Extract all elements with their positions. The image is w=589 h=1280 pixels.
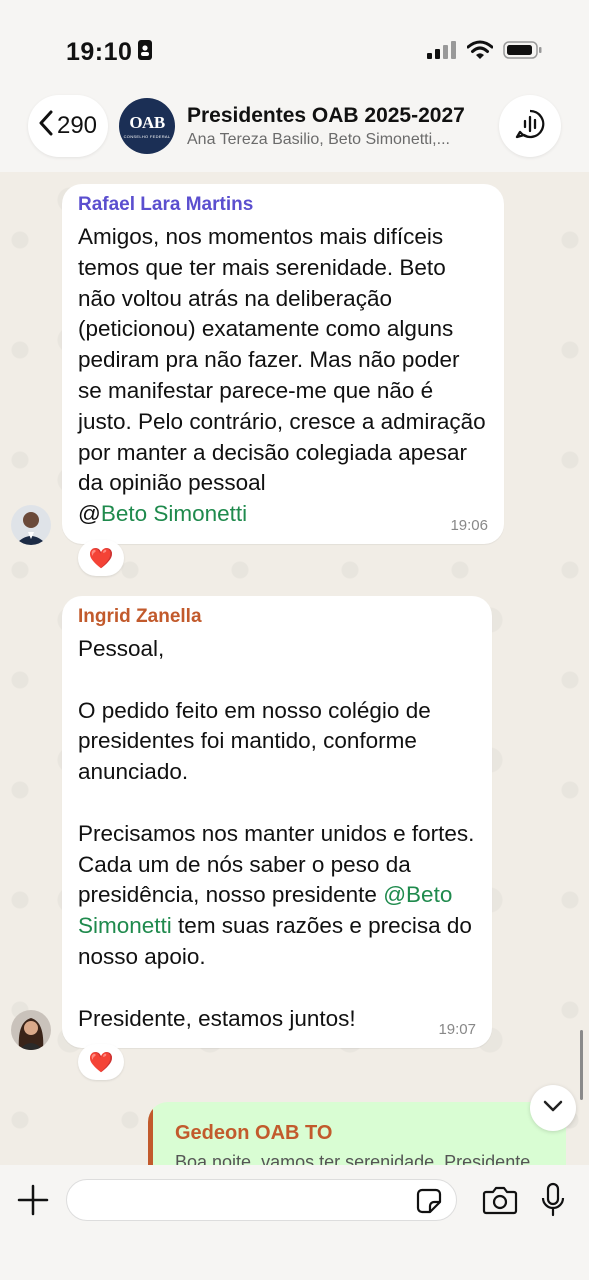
mention-name: Beto Simonetti	[100, 501, 248, 527]
attach-button[interactable]	[16, 1183, 50, 1217]
quoted-sender: Gedeon OAB TO	[175, 1122, 333, 1144]
status-time: 19:10	[66, 38, 153, 67]
message-sender[interactable]: Ingrid Zanella	[78, 606, 476, 628]
group-avatar[interactable]: OAB CONSELHO FEDERAL	[119, 98, 175, 154]
id-card-icon	[138, 38, 153, 67]
group-title[interactable]: Presidentes OAB 2025-2027	[187, 104, 487, 128]
camera-icon	[482, 1186, 518, 1219]
message-body: Pessoal, O pedido feito em nosso colégio…	[78, 636, 475, 908]
cellular-signal-icon	[427, 40, 457, 65]
plus-icon	[16, 1184, 50, 1221]
message-text: Pessoal, O pedido feito em nosso colégio…	[78, 634, 476, 1034]
message-sender[interactable]: Rafael Lara Martins	[78, 194, 488, 216]
camera-button[interactable]	[482, 1185, 518, 1215]
sender-avatar[interactable]	[11, 505, 51, 545]
reaction-badge[interactable]: ❤️	[78, 540, 124, 576]
message-body: Amigos, nos momentos mais difíceis temos…	[78, 224, 492, 496]
wifi-icon	[466, 40, 494, 65]
microphone-button[interactable]	[541, 1182, 565, 1218]
avatar-logo-subtext: CONSELHO FEDERAL	[123, 134, 171, 139]
sender-avatar[interactable]	[11, 1010, 51, 1050]
battery-icon	[503, 40, 543, 65]
status-icons	[427, 40, 543, 65]
message-bubble[interactable]: Ingrid Zanella Pessoal, O pedido feito e…	[62, 596, 492, 1048]
clock-text: 19:10	[66, 38, 133, 66]
microphone-icon	[541, 1182, 565, 1222]
composer-bar	[0, 1165, 589, 1280]
avatar-logo-text: OAB	[129, 113, 165, 132]
sticker-icon	[416, 1188, 442, 1218]
voice-chat-button[interactable]	[499, 95, 561, 157]
scroll-down-button[interactable]	[530, 1085, 576, 1131]
message-time: 19:07	[438, 1021, 476, 1038]
scrollbar[interactable]	[580, 1030, 583, 1100]
mention-link[interactable]: @Beto Simonetti	[78, 501, 247, 526]
sticker-button[interactable]	[416, 1188, 442, 1214]
chat-header: 290 OAB CONSELHO FEDERAL Presidentes OAB…	[0, 90, 589, 172]
message-time: 19:06	[450, 517, 488, 534]
audio-wave-icon	[514, 108, 546, 145]
mention-at: @	[78, 501, 101, 527]
message-text: Amigos, nos momentos mais difíceis temos…	[78, 222, 488, 530]
mention-at: @	[383, 882, 407, 908]
unread-count: 290	[56, 112, 98, 139]
group-members[interactable]: Ana Tereza Basilio, Beto Simonetti,...	[187, 131, 487, 149]
back-button[interactable]: 290	[28, 95, 108, 157]
message-input-wrapper	[66, 1179, 457, 1221]
chevron-left-icon	[39, 110, 53, 143]
message-bubble[interactable]: Rafael Lara Martins Amigos, nos momentos…	[62, 184, 504, 544]
status-bar: 19:10	[0, 0, 589, 90]
message-input[interactable]	[67, 1180, 397, 1220]
reaction-badge[interactable]: ❤️	[78, 1044, 124, 1080]
chevron-down-icon	[543, 1099, 563, 1117]
